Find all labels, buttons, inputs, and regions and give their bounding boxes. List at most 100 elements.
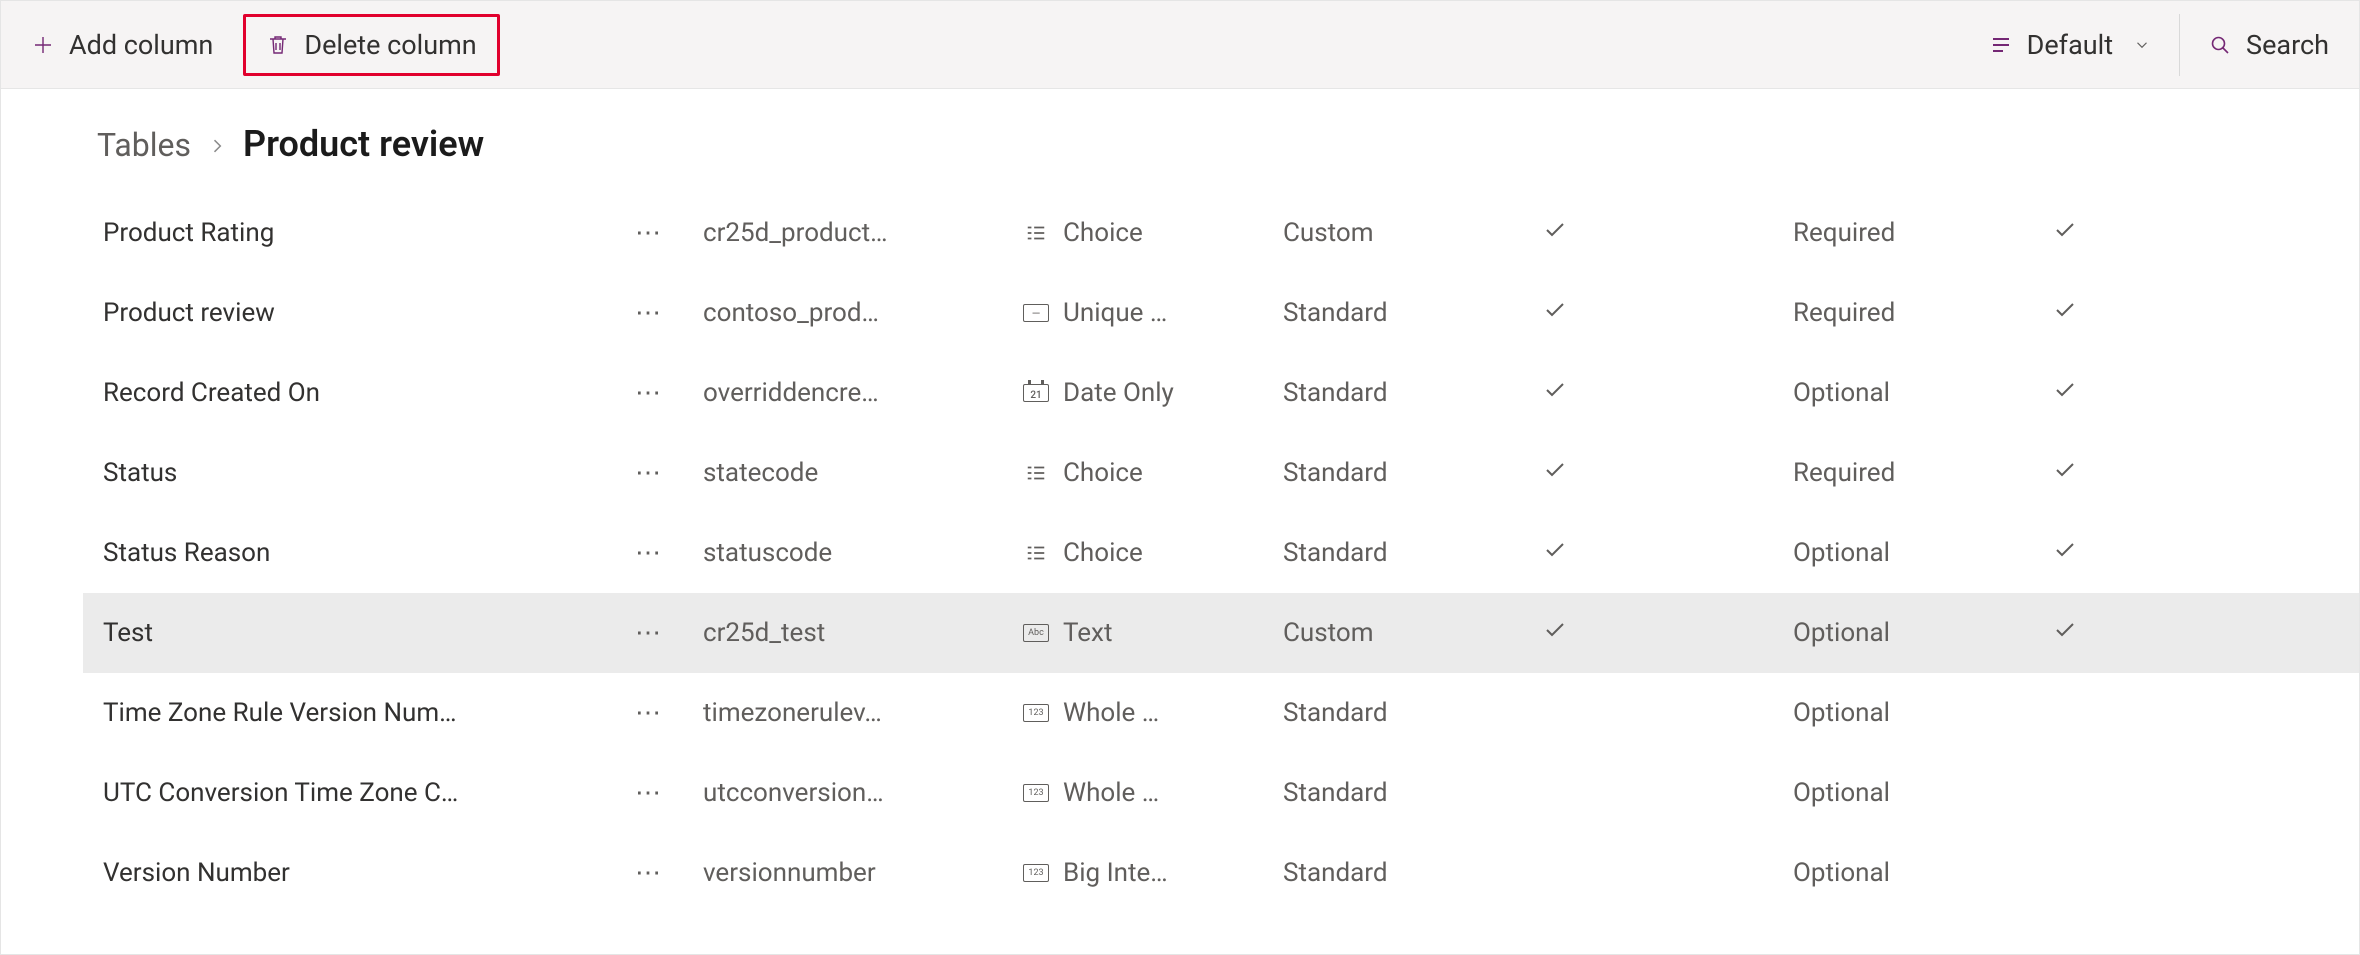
- list-icon: [1989, 33, 2013, 57]
- customizable-check: [1543, 458, 1793, 489]
- breadcrumb-parent[interactable]: Tables: [97, 126, 191, 164]
- choice-type-icon: [1023, 224, 1049, 242]
- plus-icon: [31, 33, 55, 57]
- table-row[interactable]: UTC Conversion Time Zone C… ⋯ utcconversio…: [83, 753, 2359, 833]
- column-kind: Standard: [1283, 538, 1543, 568]
- column-display-name: UTC Conversion Time Zone C…: [103, 778, 458, 808]
- search-icon: [2208, 33, 2232, 57]
- search-label: Search: [2246, 29, 2329, 61]
- column-name: timezonerulev…: [703, 698, 1023, 728]
- whole-type-icon: 123: [1023, 784, 1049, 802]
- bigint-type-icon: 123: [1023, 864, 1049, 882]
- toolbar-left: Add column Delete column: [13, 1, 1971, 88]
- toolbar-separator: [2179, 14, 2180, 76]
- required-level: Required: [1793, 298, 2053, 328]
- breadcrumb-current: Product review: [243, 123, 484, 165]
- column-name: utcconversion…: [703, 778, 1023, 808]
- column-kind: Standard: [1283, 378, 1543, 408]
- column-name: versionnumber: [703, 858, 1023, 888]
- row-more-button[interactable]: ⋯: [623, 532, 675, 574]
- required-level: Required: [1793, 458, 2053, 488]
- column-name: overriddencre…: [703, 378, 1023, 408]
- column-name: contoso_prod…: [703, 298, 1023, 328]
- row-more-button[interactable]: ⋯: [623, 692, 675, 734]
- unique-type-icon: —: [1023, 304, 1049, 322]
- column-display-name: Version Number: [103, 858, 290, 888]
- data-type-label: Choice: [1063, 458, 1143, 488]
- text-type-icon: Abc: [1023, 624, 1049, 642]
- data-type-cell: 123 Whole …: [1023, 778, 1283, 808]
- table-row[interactable]: Status⋯statecode Choice Standard Required: [83, 433, 2359, 513]
- row-more-button[interactable]: ⋯: [623, 372, 675, 414]
- trash-icon: [266, 33, 290, 57]
- searchable-check: [2053, 538, 2173, 569]
- table-row[interactable]: Status Reason⋯statuscodeChoiceStandardOp…: [83, 513, 2359, 593]
- table-row[interactable]: Test⋯cr25d_testAbcTextCustomOptional: [83, 593, 2359, 673]
- chevron-right-icon: [207, 130, 227, 163]
- table-row[interactable]: Time Zone Rule Version Num… ⋯ timezonerule…: [83, 673, 2359, 753]
- column-name: cr25d_product…: [703, 218, 1023, 248]
- data-type-label: Choice: [1063, 538, 1143, 568]
- view-switcher-button[interactable]: Default: [1971, 19, 2169, 71]
- display-name-cell: UTC Conversion Time Zone C… ⋯: [83, 772, 703, 814]
- data-type-cell: 21Date Only: [1023, 378, 1283, 408]
- required-level: Optional: [1793, 858, 2053, 888]
- table-row[interactable]: Product Rating ⋯ cr25d_product…ChoiceCusto…: [83, 193, 2359, 273]
- display-name-cell: Status⋯: [83, 452, 703, 494]
- data-type-cell: 123Big Inte…: [1023, 858, 1283, 888]
- row-more-button[interactable]: ⋯: [623, 612, 675, 654]
- add-column-label: Add column: [69, 29, 213, 61]
- table-row[interactable]: Record Created On⋯overriddencre…21Date O…: [83, 353, 2359, 433]
- required-level: Optional: [1793, 698, 2053, 728]
- breadcrumb: Tables Product review: [1, 89, 2359, 193]
- display-name-cell: Status Reason⋯: [83, 532, 703, 574]
- search-button[interactable]: Search: [2190, 19, 2347, 71]
- required-level: Optional: [1793, 618, 2053, 648]
- whole-type-icon: 123: [1023, 704, 1049, 722]
- column-kind: Standard: [1283, 298, 1543, 328]
- customizable-check: [1543, 218, 1793, 249]
- customizable-check: [1543, 378, 1793, 409]
- column-display-name: Product Rating: [103, 218, 274, 248]
- column-name: statecode: [703, 458, 1023, 488]
- searchable-check: [2053, 298, 2173, 329]
- data-type-cell: Choice: [1023, 538, 1283, 568]
- table-row[interactable]: Version Number ⋯ versionnumber123Big Inte……: [83, 833, 2359, 913]
- column-kind: Custom: [1283, 618, 1543, 648]
- row-more-button[interactable]: ⋯: [623, 452, 675, 494]
- delete-column-button[interactable]: Delete column: [254, 23, 488, 67]
- column-kind: Standard: [1283, 858, 1543, 888]
- column-kind: Standard: [1283, 698, 1543, 728]
- column-kind: Custom: [1283, 218, 1543, 248]
- add-column-button[interactable]: Add column: [13, 19, 231, 71]
- choice-type-icon: [1023, 544, 1049, 562]
- chevron-down-icon: [2133, 29, 2151, 61]
- choice-type-icon: [1023, 464, 1049, 482]
- customizable-check: [1543, 538, 1793, 569]
- customizable-check: [1543, 298, 1793, 329]
- column-display-name: Test: [103, 618, 153, 648]
- display-name-cell: Time Zone Rule Version Num… ⋯: [83, 692, 703, 734]
- row-more-button[interactable]: ⋯: [623, 292, 675, 334]
- display-name-cell: Test ⋯: [83, 612, 703, 654]
- column-display-name: Time Zone Rule Version Num…: [103, 698, 457, 728]
- app-frame: Add column Delete column Default: [0, 0, 2360, 955]
- required-level: Optional: [1793, 778, 2053, 808]
- data-type-cell: Choice: [1023, 218, 1283, 248]
- row-more-button[interactable]: ⋯: [623, 852, 675, 894]
- column-name: statuscode: [703, 538, 1023, 568]
- data-type-label: Unique …: [1063, 298, 1167, 328]
- row-more-button[interactable]: ⋯: [623, 772, 675, 814]
- table-row[interactable]: Product review⋯contoso_prod…— Unique … Sta…: [83, 273, 2359, 353]
- display-name-cell: Product Rating ⋯: [83, 212, 703, 254]
- searchable-check: [2053, 378, 2173, 409]
- toolbar-right: Default Search: [1971, 1, 2347, 88]
- column-kind: Standard: [1283, 458, 1543, 488]
- column-name: cr25d_test: [703, 618, 1023, 648]
- display-name-cell: Product review⋯: [83, 292, 703, 334]
- required-level: Required: [1793, 218, 2053, 248]
- data-type-label: Whole …: [1063, 778, 1159, 808]
- display-name-cell: Version Number ⋯: [83, 852, 703, 894]
- row-more-button[interactable]: ⋯: [623, 212, 675, 254]
- searchable-check: [2053, 458, 2173, 489]
